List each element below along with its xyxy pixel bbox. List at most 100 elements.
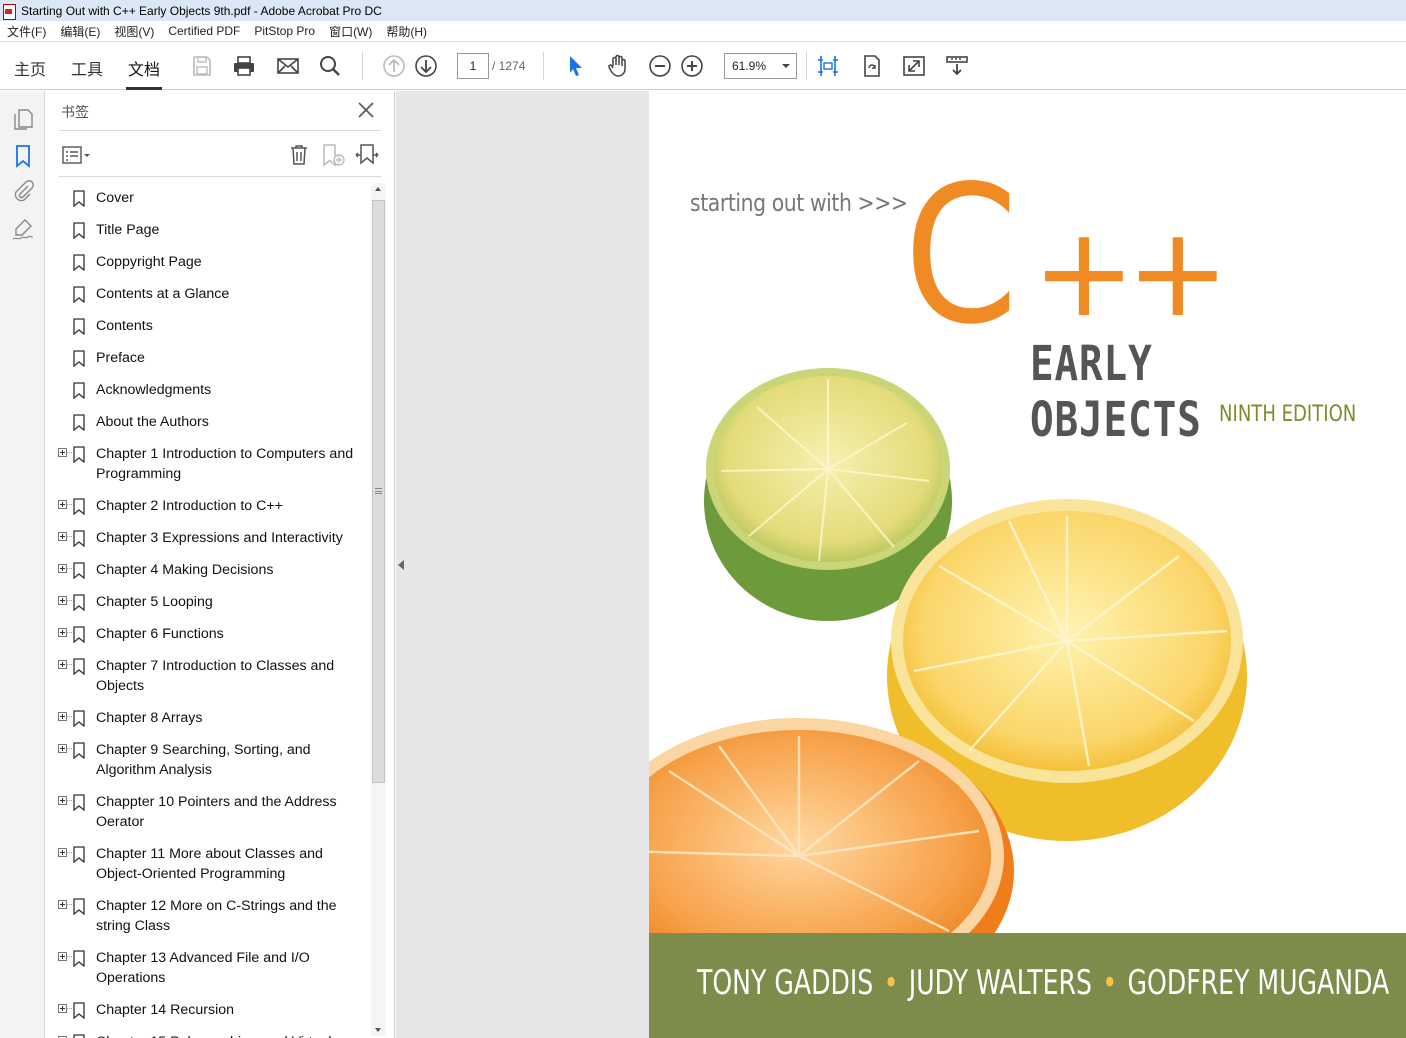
expand-plus-icon[interactable] <box>58 448 67 457</box>
rotate-page-icon[interactable] <box>860 54 884 78</box>
expand-plus-icon[interactable] <box>58 500 67 509</box>
window-title: Starting Out with C++ Early Objects 9th.… <box>21 3 382 18</box>
bookmark-item[interactable]: Chapter 1 Introduction to Computers and … <box>45 439 370 491</box>
bookmark-label: Chapter 14 Recursion <box>96 1002 235 1018</box>
expand-plus-icon[interactable] <box>58 660 67 669</box>
author-separator: • <box>1102 963 1118 1003</box>
cover-title-plus: ++ <box>1032 201 1230 345</box>
bookmark-label: Chapter 7 Introduction to Classes and Ob… <box>96 658 335 694</box>
bookmark-icon <box>73 498 85 516</box>
bookmark-item[interactable]: Preface <box>45 343 370 375</box>
print-icon[interactable] <box>232 54 256 78</box>
bookmark-item[interactable]: Chappter 10 Pointers and the Address Oer… <box>45 787 370 839</box>
email-icon[interactable] <box>276 54 300 78</box>
bookmark-item[interactable]: Chapter 3 Expressions and Interactivity <box>45 523 370 555</box>
bookmarks-icon[interactable] <box>11 144 35 168</box>
bookmark-item[interactable]: Chapter 7 Introduction to Classes and Ob… <box>45 651 370 703</box>
hand-tool-icon[interactable] <box>606 54 630 78</box>
tab-document[interactable]: 文档 <box>125 56 163 90</box>
page-number-input[interactable]: 1 <box>457 53 489 79</box>
menu-certified-pdf[interactable]: Certified PDF <box>168 24 240 38</box>
scroll-up-icon[interactable] <box>375 187 381 191</box>
save-icon[interactable] <box>190 54 214 78</box>
read-mode-icon[interactable] <box>945 54 969 78</box>
title-bar: Starting Out with C++ Early Objects 9th.… <box>0 0 1406 21</box>
bookmark-item[interactable]: Coppyright Page <box>45 247 370 279</box>
bookmark-label: Title Page <box>96 222 160 238</box>
expand-plus-icon[interactable] <box>58 532 67 541</box>
collapse-panel-icon[interactable] <box>398 560 404 570</box>
menu-edit[interactable]: 编辑(E) <box>60 23 100 40</box>
bookmark-item[interactable]: Acknowledgments <box>45 375 370 407</box>
bookmark-label: Chapter 13 Advanced File and I/O Operati… <box>96 950 310 986</box>
bookmark-item[interactable]: About the Authors <box>45 407 370 439</box>
search-icon[interactable] <box>318 54 342 78</box>
bookmark-icon <box>73 350 85 368</box>
new-bookmark-icon[interactable] <box>320 143 346 167</box>
bookmark-item[interactable]: Contents at a Glance <box>45 279 370 311</box>
menu-help[interactable]: 帮助(H) <box>386 23 427 40</box>
zoom-level-select[interactable]: 61.9% <box>724 53 797 79</box>
menu-view[interactable]: 视图(V) <box>114 23 154 40</box>
bookmark-item[interactable]: Chapter 4 Making Decisions <box>45 555 370 587</box>
expand-plus-icon[interactable] <box>58 628 67 637</box>
bookmark-label: Chapter 15 Polymorphism and Virtual Func… <box>96 1034 332 1038</box>
bookmark-label: Chapter 2 Introduction to C++ <box>96 498 283 514</box>
signature-icon[interactable] <box>11 217 35 241</box>
expand-plus-icon[interactable] <box>58 900 67 909</box>
attachments-icon[interactable] <box>11 179 35 203</box>
bookmark-icon <box>73 414 85 432</box>
select-cursor-icon[interactable] <box>564 54 588 78</box>
scroll-down-icon[interactable] <box>375 1028 381 1032</box>
bookmark-icon <box>73 446 85 464</box>
zoom-out-icon[interactable] <box>648 54 672 78</box>
expand-plus-icon[interactable] <box>58 796 67 805</box>
bookmark-item[interactable]: Contents <box>45 311 370 343</box>
bookmark-icon <box>73 950 85 968</box>
bookmark-icon <box>73 846 85 864</box>
bookmark-item[interactable]: Chapter 2 Introduction to C++ <box>45 491 370 523</box>
bookmark-list: Cover Title Page Coppyright Page Contents a… <box>45 183 370 1038</box>
bookmark-item[interactable]: Chapter 5 Looping <box>45 587 370 619</box>
bookmark-icon <box>73 1002 85 1020</box>
bookmark-item[interactable]: Chapter 15 Polymorphism and Virtual Func… <box>45 1027 370 1038</box>
next-page-icon[interactable] <box>414 54 438 78</box>
close-icon[interactable] <box>356 100 376 120</box>
bookmark-item[interactable]: Chapter 9 Searching, Sorting, and Algori… <box>45 735 370 787</box>
previous-page-icon[interactable] <box>382 54 406 78</box>
page-thumbnails-icon[interactable] <box>11 107 35 131</box>
full-screen-icon[interactable] <box>902 54 926 78</box>
delete-bookmark-icon[interactable] <box>287 143 311 167</box>
bookmark-item[interactable]: Chapter 11 More about Classes and Object… <box>45 839 370 891</box>
bookmark-icon <box>73 190 85 208</box>
expand-plus-icon[interactable] <box>58 712 67 721</box>
bookmark-scrollbar[interactable] <box>371 183 386 1036</box>
menu-window[interactable]: 窗口(W) <box>329 23 372 40</box>
expand-plus-icon[interactable] <box>58 1004 67 1013</box>
tab-tools[interactable]: 工具 <box>71 56 103 80</box>
expand-bookmark-icon[interactable] <box>354 143 380 167</box>
expand-plus-icon[interactable] <box>58 596 67 605</box>
bookmark-item[interactable]: Cover <box>45 183 370 215</box>
bookmark-options-icon[interactable] <box>61 145 93 165</box>
expand-plus-icon[interactable] <box>58 952 67 961</box>
bookmark-item[interactable]: Chapter 14 Recursion <box>45 995 370 1027</box>
bookmark-item[interactable]: Chapter 12 More on C-Strings and the str… <box>45 891 370 943</box>
bookmark-label: Cover <box>96 190 134 206</box>
menu-file[interactable]: 文件(F) <box>7 23 46 40</box>
zoom-in-icon[interactable] <box>680 54 704 78</box>
document-viewer[interactable]: starting out with >>> C ++ EARLY OBJECTS… <box>396 91 1406 1038</box>
bookmark-item[interactable]: Chapter 13 Advanced File and I/O Operati… <box>45 943 370 995</box>
expand-plus-icon[interactable] <box>58 564 67 573</box>
bookmark-icon <box>73 382 85 400</box>
bookmark-item[interactable]: Chapter 6 Functions <box>45 619 370 651</box>
bookmark-label: Coppyright Page <box>96 254 202 270</box>
bookmark-icon <box>73 594 85 612</box>
expand-plus-icon[interactable] <box>58 744 67 753</box>
bookmark-item[interactable]: Chapter 8 Arrays <box>45 703 370 735</box>
bookmark-item[interactable]: Title Page <box>45 215 370 247</box>
fit-page-icon[interactable] <box>816 54 840 78</box>
expand-plus-icon[interactable] <box>58 848 67 857</box>
menu-pitstop-pro[interactable]: PitStop Pro <box>254 24 315 38</box>
tab-home[interactable]: 主页 <box>14 56 46 80</box>
